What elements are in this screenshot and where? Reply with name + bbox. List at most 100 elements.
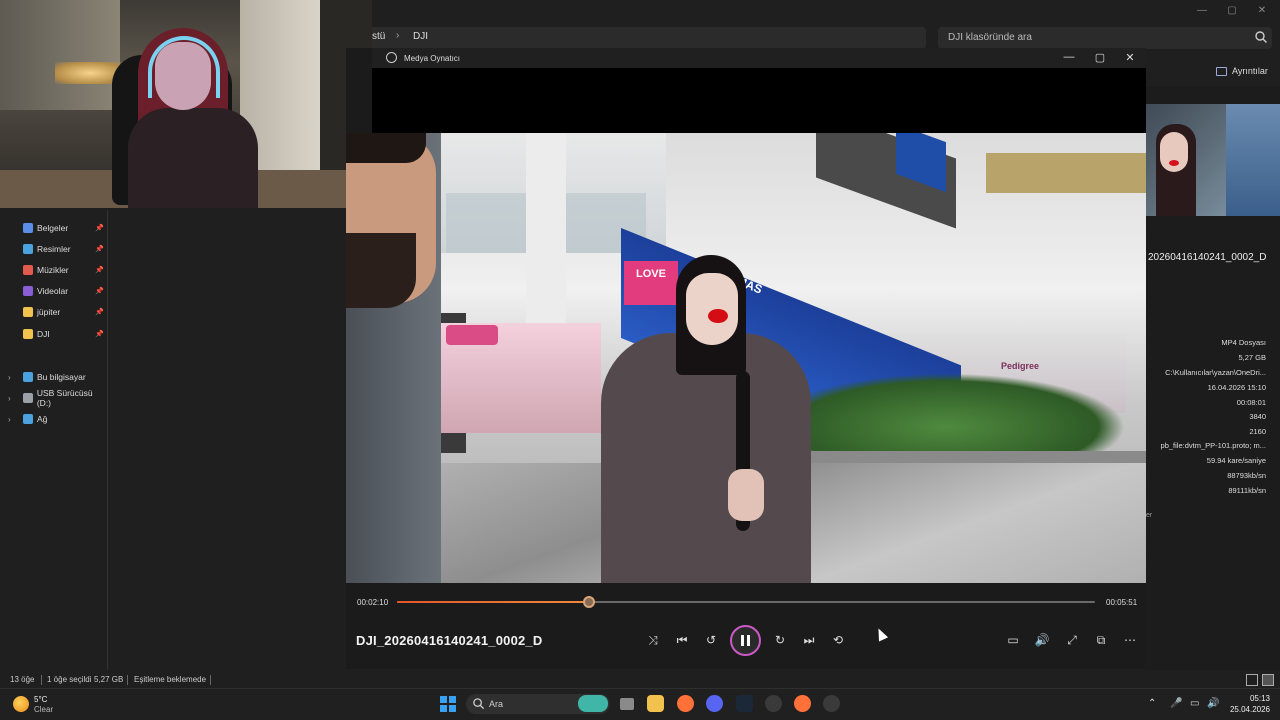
selection-size: 5,27 GB <box>94 675 124 684</box>
sidebar-item-label: Videolar <box>37 286 69 296</box>
previous-icon[interactable]: ⏮ <box>673 631 691 649</box>
subtitles-icon[interactable]: ▭ <box>1004 631 1022 649</box>
weather-icon[interactable] <box>13 696 29 712</box>
firefox-alt-icon[interactable] <box>794 695 811 712</box>
seek-bar-thumb[interactable] <box>582 596 595 608</box>
player-close-button[interactable]: ✕ <box>1123 51 1137 64</box>
pin-icon[interactable]: 📌 <box>95 308 104 316</box>
weather-description[interactable]: Clear <box>34 705 53 714</box>
sidebar-item-label: Ağ <box>37 414 48 424</box>
video-planter <box>986 153 1146 193</box>
folder-icon <box>23 329 33 339</box>
sidebar-item[interactable]: Videolar 📌 <box>0 281 108 301</box>
breadcrumb-item-current[interactable]: DJI <box>413 31 428 42</box>
file-explorer-icon[interactable] <box>647 695 664 712</box>
breadcrumb-item[interactable]: stü <box>372 31 385 42</box>
sidebar-drive-item[interactable]: › USB Sürücüsü (D:) <box>0 388 108 408</box>
media-file-title: DJI_20260416140241_0002_D <box>356 633 543 648</box>
video-person-hands <box>728 469 764 521</box>
next-icon[interactable]: ⏭ <box>800 631 818 649</box>
windows-logo-icon <box>440 705 447 712</box>
sidebar-item[interactable]: DJI 📌 <box>0 324 108 344</box>
sidebar-drive-item[interactable]: › Ağ <box>0 409 108 429</box>
repeat-icon[interactable]: ⟲ <box>829 631 847 649</box>
video-shop-sign <box>446 325 498 345</box>
pin-icon[interactable]: 📌 <box>95 266 104 274</box>
obs-icon[interactable] <box>765 695 782 712</box>
pin-icon[interactable]: 📌 <box>95 224 104 232</box>
widget-icon[interactable] <box>578 695 608 712</box>
windows-logo-icon <box>449 696 456 703</box>
more-icon[interactable]: ⋯ <box>1121 631 1139 649</box>
pin-icon[interactable]: 📌 <box>95 245 104 253</box>
clock-time[interactable]: 05:13 <box>1226 694 1270 703</box>
media-player-icon[interactable] <box>823 695 840 712</box>
thumbnail-background <box>1226 104 1280 216</box>
sidebar-item-label: jüpiter <box>37 307 61 317</box>
explorer-close-button[interactable]: ✕ <box>1252 4 1272 18</box>
details-property-value: 88793kb/sn <box>1227 471 1266 480</box>
taskbar <box>0 688 1280 720</box>
chevron-right-icon[interactable]: › <box>8 394 11 403</box>
item-count: 13 öğe <box>10 675 35 684</box>
steam-icon[interactable] <box>736 695 753 712</box>
show-hidden-icons-icon[interactable]: ⌃ <box>1148 698 1156 709</box>
details-pane-button[interactable]: Ayrıntılar <box>1212 62 1272 80</box>
explorer-minimize-button[interactable]: — <box>1192 4 1212 18</box>
sidebar-item-label: Bu bilgisayar <box>37 372 86 382</box>
weather-temperature[interactable]: 5°C <box>34 695 47 704</box>
rewind-10-icon[interactable]: ↺ <box>702 631 720 649</box>
fullscreen-icon[interactable]: ⤢ <box>1063 631 1081 649</box>
total-time: 00:05:51 <box>1106 598 1138 607</box>
webcam-kitchen-cabinet <box>0 0 120 110</box>
start-button[interactable] <box>440 696 456 712</box>
video-love-text: LOVE <box>636 268 666 280</box>
discord-icon[interactable] <box>706 695 723 712</box>
sidebar-item[interactable]: Resimler 📌 <box>0 239 108 259</box>
address-bar[interactable] <box>346 27 926 49</box>
video-letterbox <box>372 68 1146 133</box>
webcam-overlay <box>0 0 372 208</box>
sidebar-item[interactable]: jüpiter 📌 <box>0 302 108 322</box>
details-property-value: 16.04.2026 15:10 <box>1207 383 1266 392</box>
display-icon[interactable]: ▭ <box>1190 698 1199 709</box>
microphone-icon[interactable]: 🎤 <box>1170 698 1182 709</box>
video-person-left-hair <box>346 133 426 163</box>
details-thumbnail <box>1146 104 1280 216</box>
chevron-right-icon[interactable]: › <box>8 415 11 424</box>
sidebar-item-label: USB Sürücüsü (D:) <box>36 388 93 408</box>
search-icon[interactable] <box>1254 30 1268 44</box>
volume-icon[interactable]: 🔊 <box>1207 698 1219 709</box>
sidebar-item[interactable]: Belgeler 📌 <box>0 218 108 238</box>
task-view-icon[interactable] <box>620 698 634 710</box>
details-file-name: 20260416140241_0002_D <box>1148 252 1267 263</box>
video-shop-pedigree-sign: Pedigree <box>1001 361 1040 371</box>
volume-icon[interactable]: 🔊 <box>1033 631 1051 649</box>
pause-button[interactable] <box>730 625 761 656</box>
taskbar-search-label: Ara <box>489 699 504 709</box>
firefox-icon[interactable] <box>677 695 694 712</box>
selection-count: 1 öğe seçildi <box>47 675 92 684</box>
mini-player-icon[interactable]: ⧉ <box>1092 631 1110 649</box>
status-bar: 13 öğe 1 öğe seçildi 5,27 GB Eşitleme be… <box>0 672 1280 688</box>
media-player-titlebar[interactable] <box>372 48 1146 68</box>
clock-date[interactable]: 25.04.2026 <box>1226 705 1270 714</box>
player-minimize-button[interactable]: — <box>1062 51 1076 63</box>
explorer-maximize-button[interactable]: ▢ <box>1222 4 1242 18</box>
seek-bar-progress <box>397 601 589 603</box>
details-pane-label: Ayrıntılar <box>1232 66 1268 76</box>
folder-icon <box>23 307 33 317</box>
player-maximize-button[interactable]: ▢ <box>1093 51 1107 64</box>
thumbnail-person-face <box>1160 132 1188 172</box>
pin-icon[interactable]: 📌 <box>95 330 104 338</box>
shuffle-icon[interactable]: ⤨ <box>644 631 662 649</box>
tiles-view-icon[interactable] <box>1262 674 1274 686</box>
video-frame[interactable]: Pedigree CINEMAS LOVE <box>346 133 1146 583</box>
details-view-icon[interactable] <box>1246 674 1258 686</box>
windows-logo-icon <box>440 696 447 703</box>
pin-icon[interactable]: 📌 <box>95 287 104 295</box>
sidebar-drive-item[interactable]: › Bu bilgisayar <box>0 367 108 387</box>
chevron-right-icon[interactable]: › <box>8 373 11 382</box>
sidebar-item[interactable]: Müzikler 📌 <box>0 260 108 280</box>
forward-30-icon[interactable]: ↻ <box>771 631 789 649</box>
